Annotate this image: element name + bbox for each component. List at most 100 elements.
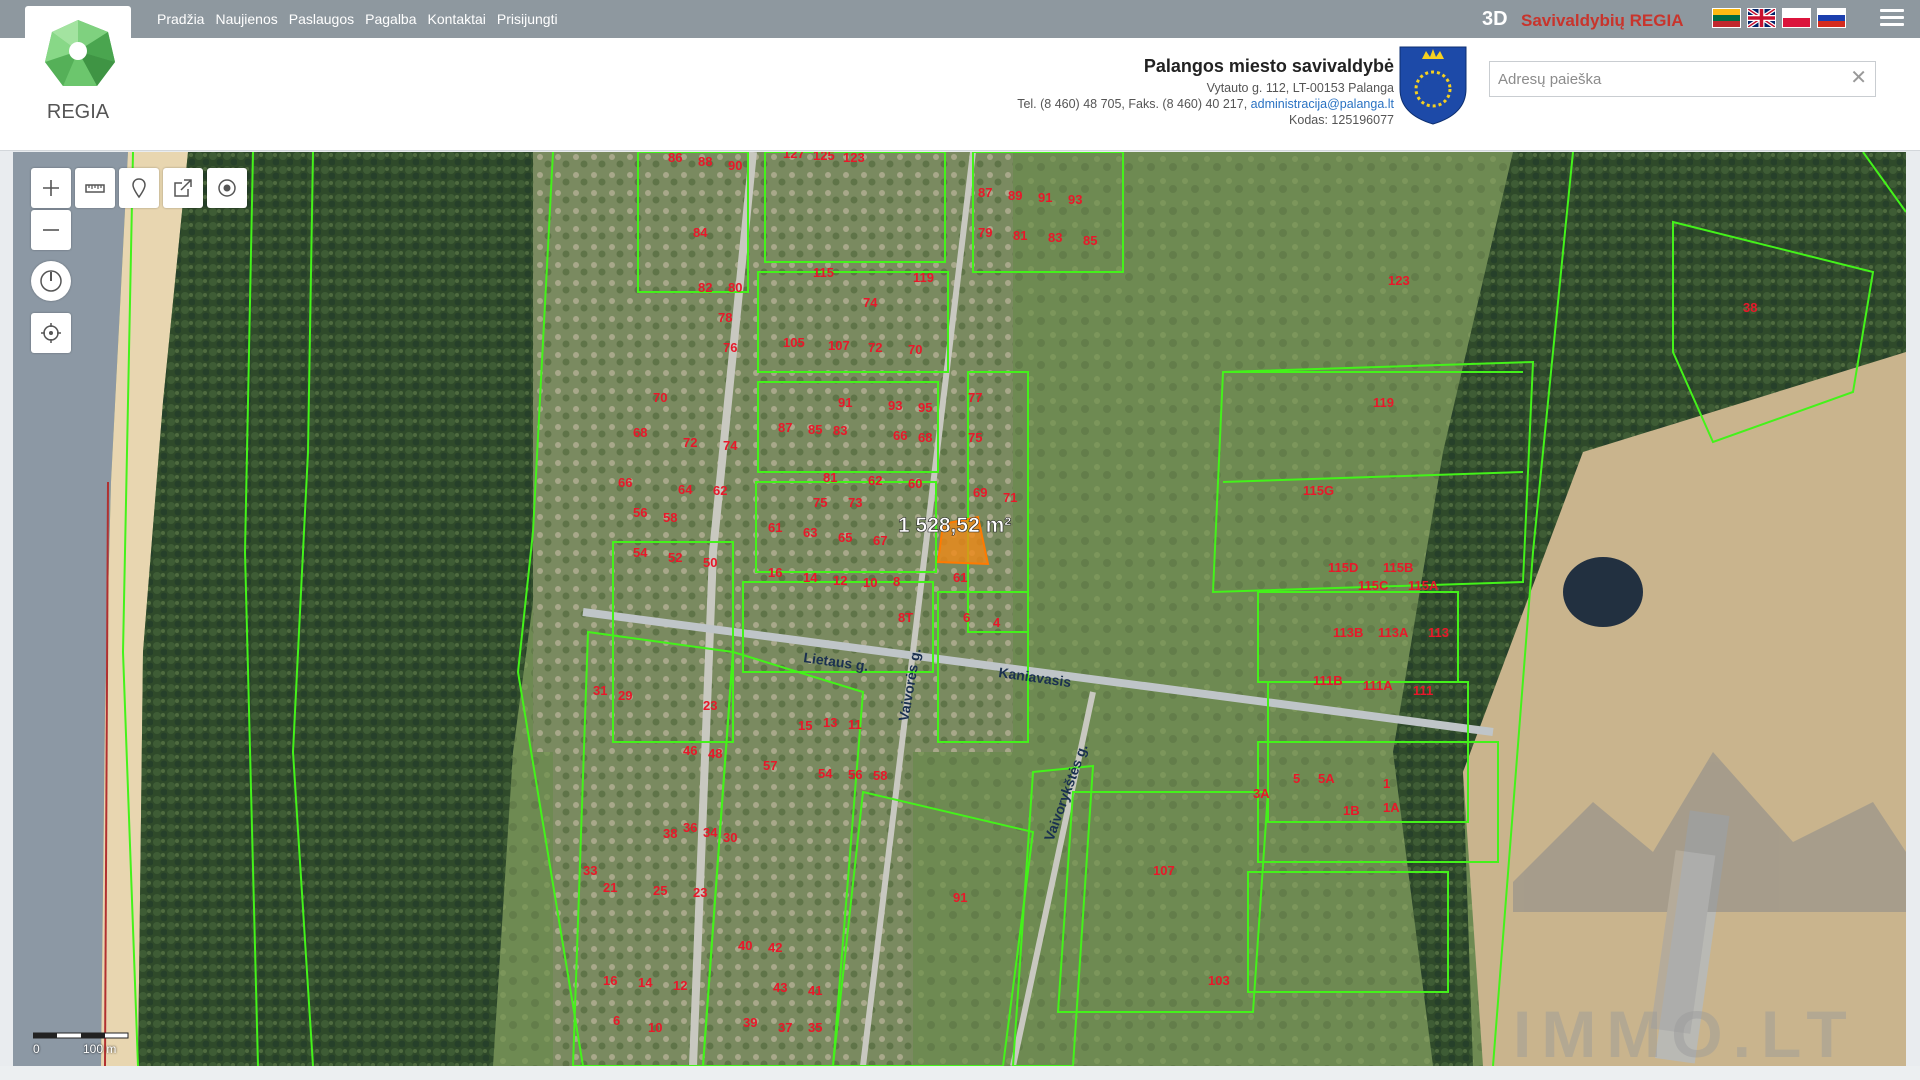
brand-name: Savivaldybių REGIA (1521, 11, 1684, 30)
parcel-label: 58 (873, 768, 887, 783)
parcel-label: 62 (713, 483, 727, 498)
parcel-label: 70 (653, 390, 667, 405)
map-view[interactable]: 86 88 90 127 125 123 87 89 91 93 123 119… (13, 152, 1906, 1066)
compass-icon (40, 270, 62, 292)
parcel-label: 81 (1013, 228, 1027, 243)
nav-services[interactable]: Paslaugos (289, 11, 354, 27)
parcel-label: 66 (618, 475, 632, 490)
parcel-label: 3A (1253, 786, 1270, 801)
parcel-label: 82 (698, 280, 712, 295)
nav-help[interactable]: Pagalba (365, 11, 416, 27)
measure-distance-button[interactable] (75, 168, 115, 208)
top-bar: Pradžia Naujienos Paslaugos Pagalba Kont… (0, 0, 1920, 38)
rotate-north-button[interactable] (31, 261, 71, 301)
minus-icon (43, 229, 59, 231)
parcel-label: 111 (1413, 683, 1433, 698)
parcel-label: 1B (1343, 803, 1360, 818)
address-search-input[interactable] (1490, 62, 1836, 96)
parcel-label: 38 (663, 826, 677, 841)
share-icon (174, 179, 192, 197)
measurement-label: 1 528,52 m² (898, 514, 1011, 537)
parcel-label: 37 (778, 1020, 792, 1035)
place-marker-button[interactable] (119, 168, 159, 208)
parcel-label: 89 (1008, 188, 1022, 203)
parcel-label: 23 (703, 698, 717, 713)
parcel-label: 68 (633, 425, 647, 440)
parcel-label: 62 (868, 473, 882, 488)
parcel-label: 76 (723, 340, 737, 355)
parcel-label: 38 (1743, 300, 1757, 315)
ruler-icon (85, 184, 105, 193)
parcel-label: 50 (703, 555, 717, 570)
parcel-label: 33 (583, 863, 597, 878)
clear-search-icon[interactable]: ✕ (1850, 68, 1867, 88)
municipality-name: Palangos miesto savivaldybė (1143, 56, 1394, 76)
parcel-label: 61 (768, 520, 782, 535)
parcel-label: 93 (888, 398, 902, 413)
nav-contacts[interactable]: Kontaktai (428, 11, 486, 27)
municipality-info: Palangos miesto savivaldybė Vytauto g. 1… (1017, 56, 1394, 128)
parcel-label: 70 (908, 342, 922, 357)
parcel-label: 23 (693, 885, 707, 900)
parcel-label: 54 (818, 766, 833, 781)
parcel-label: 86 (668, 152, 682, 165)
uk-flag-icon[interactable] (1746, 7, 1777, 29)
menu-icon[interactable] (1880, 9, 1904, 29)
parcel-label: 10 (648, 1020, 662, 1035)
parcel-label: 115C (1358, 578, 1389, 593)
nav-news[interactable]: Naujienos (215, 11, 277, 27)
municipality-code: Kodas: 125196077 (1289, 113, 1394, 127)
nav-login[interactable]: Prisijungti (497, 11, 558, 27)
scale-zero: 0 (33, 1042, 40, 1056)
parcel-label: 60 (908, 476, 922, 491)
zoom-out-button[interactable] (31, 210, 71, 250)
location-pin-icon (132, 178, 146, 199)
parcel-label: 12 (833, 573, 847, 588)
parcel-label: 87 (978, 185, 992, 200)
parcel-label: 113 (1428, 625, 1449, 640)
my-location-button[interactable] (31, 313, 71, 353)
parcel-label: 61 (953, 570, 967, 585)
parcel-label: 81 (823, 470, 837, 485)
parcel-label: 123 (1388, 273, 1410, 288)
parcel-label: 113A (1378, 625, 1409, 640)
parcel-label: 113B (1333, 625, 1363, 640)
parcel-label: 73 (848, 495, 862, 510)
layers-button[interactable] (207, 168, 247, 208)
coat-of-arms-icon (1399, 46, 1467, 125)
russia-flag-icon[interactable] (1817, 8, 1846, 28)
parcel-label: 125 (813, 152, 835, 163)
parcel-label: 111A (1363, 678, 1393, 693)
parcel-label: 48 (708, 746, 722, 761)
parcel-label: 107 (828, 338, 850, 353)
parcel-label: 77 (968, 390, 982, 405)
parcel-label: 52 (668, 550, 682, 565)
parcel-label: 115G (1303, 483, 1334, 498)
parcel-label: 91 (953, 890, 967, 905)
zoom-in-button[interactable] (31, 168, 71, 208)
nav-home[interactable]: Pradžia (157, 11, 204, 27)
parcel-label: 65 (838, 530, 852, 545)
lithuania-flag-icon[interactable] (1712, 8, 1741, 28)
share-button[interactable] (163, 168, 203, 208)
parcel-label: 34 (703, 825, 718, 840)
parcel-label: 16 (603, 973, 617, 988)
parcel-label: 21 (603, 880, 617, 895)
regia-logo[interactable]: REGIA (25, 6, 131, 123)
parcel-label: 72 (868, 340, 882, 355)
plus-icon (43, 180, 59, 196)
parcel-label: 74 (863, 295, 878, 310)
parcel-label: 103 (1208, 973, 1230, 988)
parcel-label: 95 (918, 400, 932, 415)
poland-flag-icon[interactable] (1782, 8, 1811, 28)
brand-3d-link[interactable]: 3D (1482, 8, 1508, 31)
email-link[interactable]: administracija@palanga.lt (1251, 97, 1394, 111)
parcel-label: 6 (963, 610, 970, 625)
map-canvas[interactable]: 86 88 90 127 125 123 87 89 91 93 123 119… (13, 152, 1906, 1066)
parcel-label: 43 (773, 980, 787, 995)
municipality-address: Vytauto g. 112, LT-00153 Palanga (1206, 81, 1394, 95)
parcel-label: 12 (673, 978, 687, 993)
parcel-label: 13 (823, 715, 837, 730)
parcel-label: 30 (723, 830, 737, 845)
parcel-label: 105 (783, 335, 805, 350)
